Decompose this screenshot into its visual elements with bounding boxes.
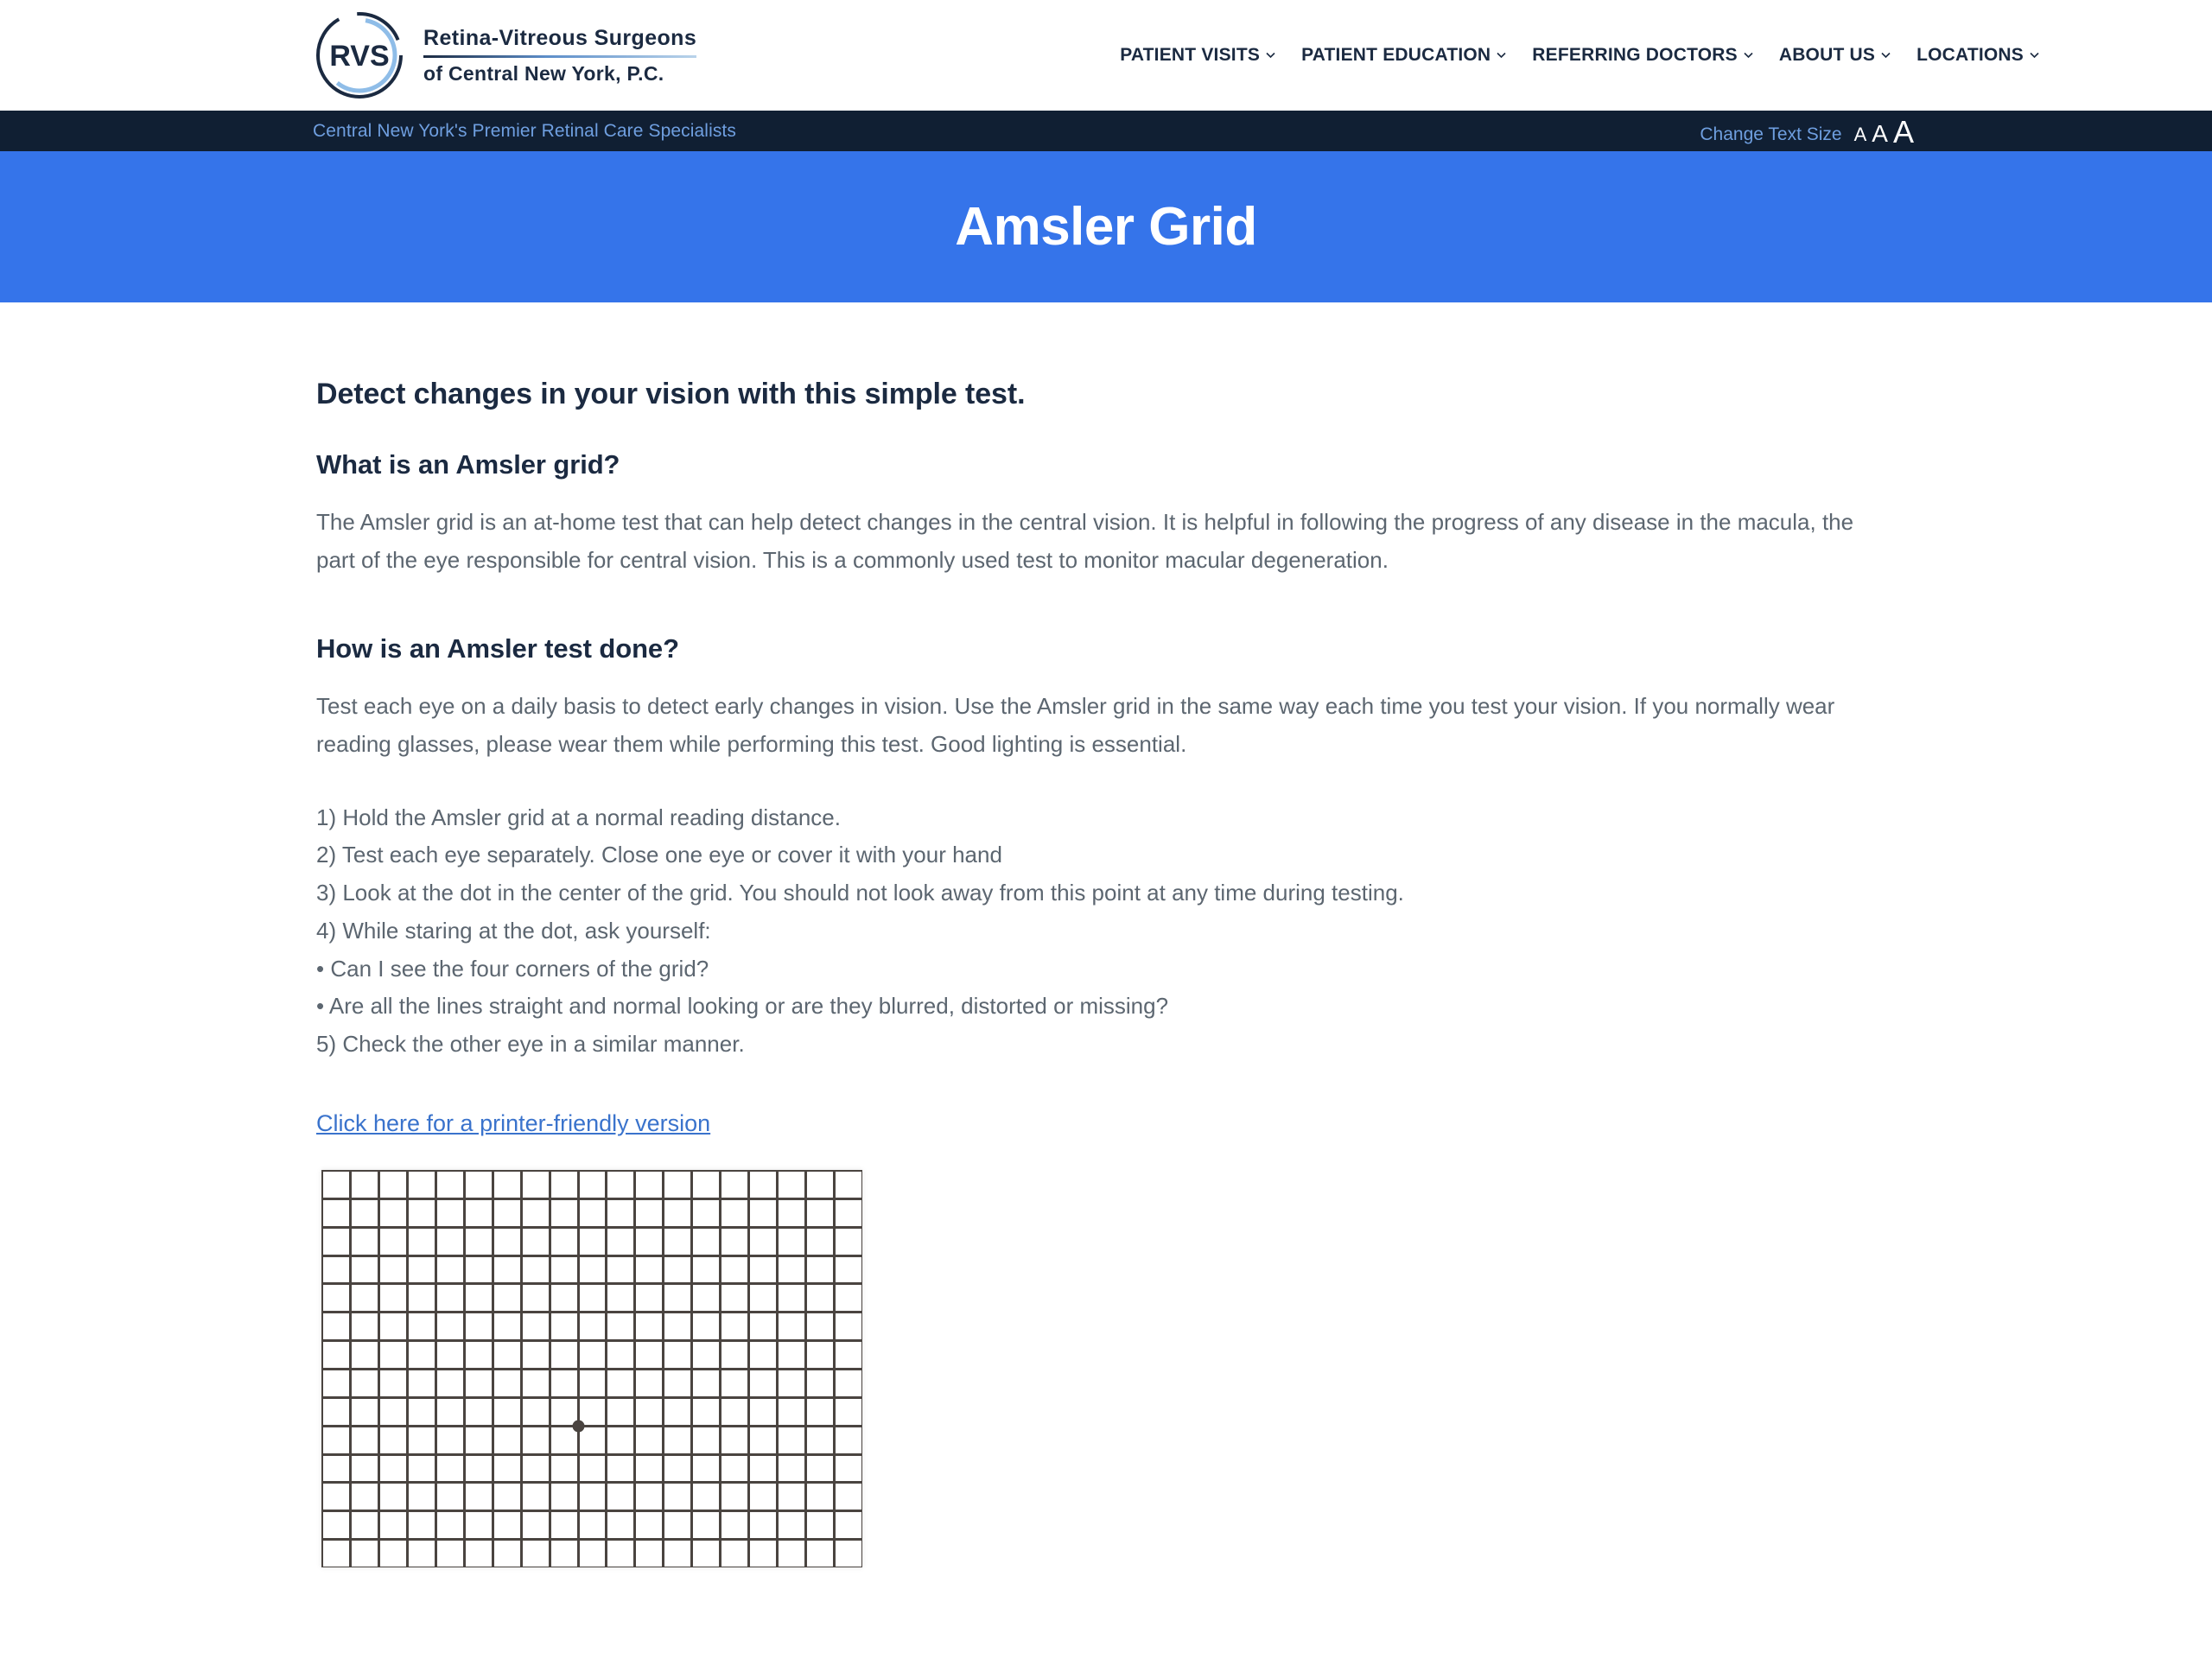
logo-line-1: Retina-Vitreous Surgeons <box>423 25 697 50</box>
main-content: Detect changes in your vision with this … <box>0 302 2212 1567</box>
nav-item-about-us[interactable]: ABOUT US <box>1779 45 1891 66</box>
rvs-logo-icon: RVS <box>311 7 408 104</box>
text-size-large-button[interactable]: A <box>1893 117 1914 148</box>
step-4-bullet-1: • Can I see the four corners of the grid… <box>316 955 709 982</box>
step-5: 5) Check the other eye in a similar mann… <box>316 1030 745 1057</box>
amsler-grid-image <box>321 1169 862 1567</box>
nav-label: REFERRING DOCTORS <box>1532 45 1738 65</box>
step-2: 2) Test each eye separately. Close one e… <box>316 842 1002 868</box>
section-2-paragraph: Test each eye on a daily basis to detect… <box>316 692 1835 758</box>
step-4-bullet-2: • Are all the lines straight and normal … <box>316 993 1169 1020</box>
chevron-down-icon <box>1497 50 1506 60</box>
main-navigation: PATIENT VISITS PATIENT EDUCATION REFERRI… <box>1120 45 2039 66</box>
chevron-down-icon <box>1744 50 1753 60</box>
chevron-down-icon <box>1266 50 1275 60</box>
nav-label: LOCATIONS <box>1916 45 2024 65</box>
nav-item-referring-doctors[interactable]: REFERRING DOCTORS <box>1532 45 1753 66</box>
printer-friendly-link[interactable]: Click here for a printer-friendly versio… <box>316 1110 710 1136</box>
svg-text:RVS: RVS <box>329 40 389 73</box>
logo-line-2: of Central New York, P.C. <box>423 61 664 85</box>
chevron-down-icon <box>2030 50 2039 60</box>
section-1-heading: What is an Amsler grid? <box>316 449 620 480</box>
step-3: 3) Look at the dot in the center of the … <box>316 880 1404 906</box>
site-logo[interactable]: RVS Retina-Vitreous Surgeons of Central … <box>311 7 697 104</box>
page-title: Amsler Grid <box>955 197 1257 257</box>
lead-heading: Detect changes in your vision with this … <box>316 378 1026 410</box>
step-1: 1) Hold the Amsler grid at a normal read… <box>316 804 841 830</box>
section-1-paragraph: The Amsler grid is an at-home test that … <box>316 509 1854 574</box>
nav-label: ABOUT US <box>1778 45 1876 65</box>
step-4: 4) While staring at the dot, ask yoursel… <box>316 917 711 944</box>
site-header: RVS Retina-Vitreous Surgeons of Central … <box>0 0 2212 111</box>
text-size-small-button[interactable]: A <box>1854 125 1867 148</box>
tagline-bar: Central New York's Premier Retinal Care … <box>0 111 2212 151</box>
nav-item-locations[interactable]: LOCATIONS <box>1916 45 2039 66</box>
text-size-controls: Change Text Size A A A <box>1700 117 1914 148</box>
nav-item-patient-education[interactable]: PATIENT EDUCATION <box>1301 45 1506 66</box>
nav-label: PATIENT VISITS <box>1120 45 1261 65</box>
nav-item-patient-visits[interactable]: PATIENT VISITS <box>1120 45 1275 66</box>
nav-label: PATIENT EDUCATION <box>1301 45 1491 65</box>
page-title-banner: Amsler Grid <box>0 151 2212 302</box>
text-size-medium-button[interactable]: A <box>1872 122 1888 148</box>
site-tagline: Central New York's Premier Retinal Care … <box>313 120 736 141</box>
logo-divider <box>423 54 697 58</box>
amsler-grid-svg <box>321 1169 862 1567</box>
section-2-heading: How is an Amsler test done? <box>316 632 679 664</box>
change-text-size-label: Change Text Size <box>1700 124 1842 144</box>
chevron-down-icon <box>1881 50 1891 60</box>
